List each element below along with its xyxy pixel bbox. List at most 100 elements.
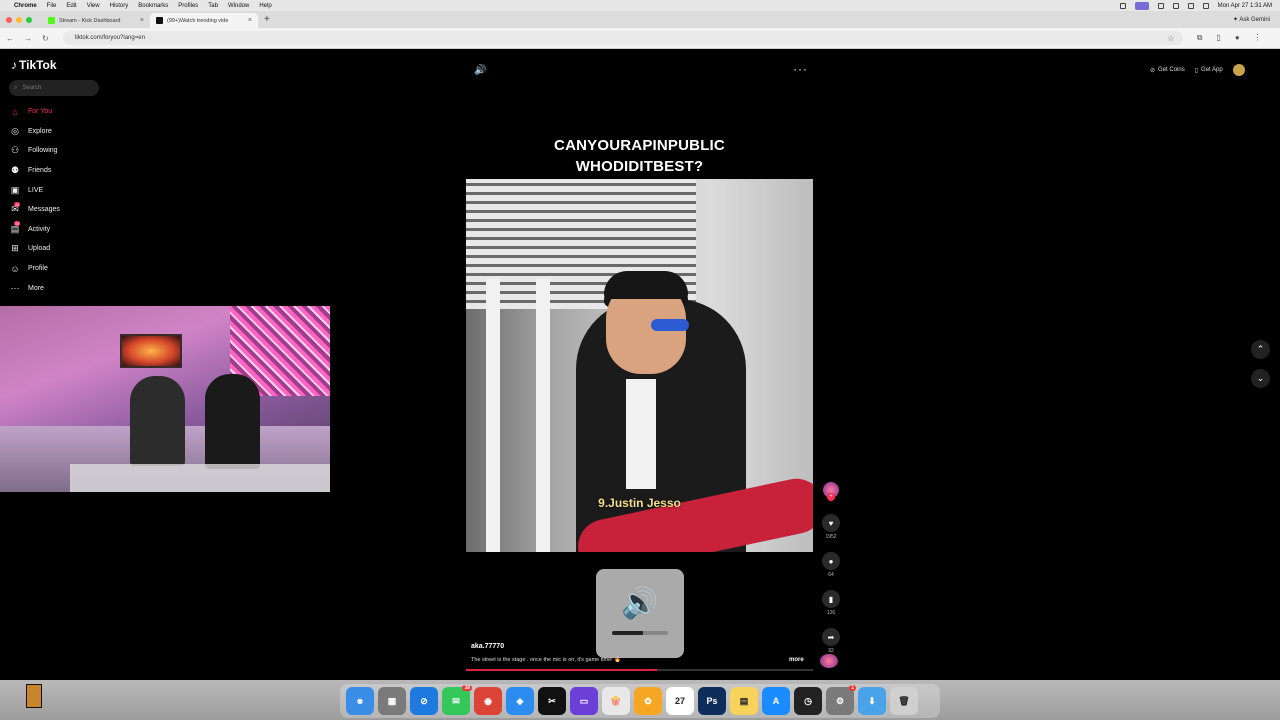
music-disc-icon[interactable] <box>820 654 838 668</box>
screen-share-icon[interactable] <box>1134 1 1149 10</box>
dock-screen-recorder-icon[interactable]: ▭ <box>570 687 598 715</box>
next-video-button[interactable]: ⌄ <box>1251 369 1270 388</box>
menu-file[interactable]: File <box>47 3 57 9</box>
extensions-icon[interactable]: ⧉ <box>1197 33 1203 43</box>
description-more-link[interactable]: more <box>789 657 804 663</box>
previous-video-button[interactable]: ⌃ <box>1251 340 1270 359</box>
more-options-icon[interactable]: ··· <box>793 62 808 76</box>
sidebar-item-label: Messages <box>28 206 60 214</box>
status-icon[interactable] <box>1157 2 1164 9</box>
menu-history[interactable]: History <box>110 3 129 9</box>
sidebar-item-following[interactable]: ⚇ Following <box>10 141 60 161</box>
close-window-icon[interactable] <box>6 16 12 23</box>
compass-icon: ◎ <box>11 125 19 136</box>
comment-button[interactable]: ● <box>822 552 840 570</box>
profile-icon[interactable]: ● <box>1235 33 1240 43</box>
sidebar-item-for-you[interactable]: ⌂ For You <box>10 102 60 122</box>
url-field[interactable]: tiktok.com/foryou?lang=en ☆ <box>62 31 1183 45</box>
ask-gemini-button[interactable]: ✦ Ask Gemini <box>1233 16 1280 23</box>
dock-launchpad-icon[interactable]: ▦ <box>378 687 406 715</box>
tiktok-logo[interactable]: ♪ TikTok <box>11 58 57 72</box>
browser-tab[interactable]: Stream - Kick Dashboard × <box>42 13 150 28</box>
menu-view[interactable]: View <box>87 3 100 9</box>
menu-edit[interactable]: Edit <box>66 3 76 9</box>
forward-icon[interactable]: → <box>24 34 32 43</box>
volume-icon[interactable]: 🔊 <box>474 65 486 76</box>
dock-finder-icon[interactable]: ☻ <box>346 687 374 715</box>
sidebar-item-live[interactable]: ▣ LIVE <box>10 180 60 200</box>
clock-text[interactable]: Mon Apr 27 1:31 AM <box>1218 3 1272 9</box>
chevron-up-icon: ⌃ <box>1256 344 1265 354</box>
like-button[interactable]: ♥ <box>822 514 840 532</box>
person-silhouette <box>130 376 185 466</box>
sidebar-item-messages[interactable]: ✉ 44 Messages <box>10 200 60 220</box>
sidebar-item-upload[interactable]: ⊞ Upload <box>10 239 60 259</box>
dock-capcut-icon[interactable]: ✂ <box>538 687 566 715</box>
dock-notes-icon[interactable]: ▤ <box>730 687 758 715</box>
dock-calendar-icon[interactable]: 27 <box>666 687 694 715</box>
video-player[interactable]: 9.Justin Jesso <box>466 179 813 552</box>
share-button[interactable]: ➦ <box>822 628 840 646</box>
sidepanel-icon[interactable]: ▯ <box>1216 33 1220 43</box>
webcam-overlay <box>0 306 330 492</box>
back-icon[interactable]: ← <box>6 34 14 43</box>
sidebar-item-friends[interactable]: ⚉ Friends <box>10 161 60 181</box>
new-tab-button[interactable]: + <box>264 14 270 25</box>
sidebar-item-label: Activity <box>28 225 51 233</box>
dock-downloads-icon[interactable]: ⬇ <box>858 687 886 715</box>
dock-app-store-icon[interactable]: A <box>762 687 790 715</box>
chrome-menu-icon[interactable]: ⋮ <box>1254 33 1262 43</box>
dock-messages-icon[interactable]: ✉ 38 <box>442 685 472 715</box>
dock-proton-vpn-icon[interactable]: ◈ <box>506 687 534 715</box>
sidebar-item-label: Following <box>28 147 58 155</box>
browser-tab-active[interactable]: (99+)Watch trending vide × <box>150 13 258 28</box>
video-progress-bar[interactable] <box>466 669 813 671</box>
video-author[interactable]: aka.77770 <box>471 643 504 650</box>
close-tab-icon[interactable]: × <box>248 17 252 24</box>
sidebar-item-more[interactable]: ⋯ More <box>10 278 60 298</box>
dock-safari-icon[interactable]: ⊘ <box>410 687 438 715</box>
menu-bookmarks[interactable]: Bookmarks <box>138 3 168 9</box>
home-icon: ⌂ <box>12 106 18 117</box>
sidebar-item-activity[interactable]: ▤ 55 Activity <box>10 220 60 240</box>
menu-profiles[interactable]: Profiles <box>178 3 198 9</box>
dock-trash-icon[interactable]: 🗑 <box>890 687 918 715</box>
desk-decor <box>70 464 330 492</box>
menu-window[interactable]: Window <box>228 3 249 9</box>
video-caption: CANYOURAPINPUBLIC WHODIDITBEST? <box>466 135 813 177</box>
dock-popcorn-icon[interactable]: 🍿 <box>602 687 630 715</box>
tiktok-icon <box>156 17 163 24</box>
follow-plus-icon[interactable]: + <box>827 493 835 501</box>
dock-system-settings-icon[interactable]: ⚙ 1 <box>826 685 856 715</box>
app-menu[interactable]: Chrome <box>14 3 37 9</box>
volume-level-fill <box>612 631 643 635</box>
sidebar-item-profile[interactable]: ☺ Profile <box>10 259 60 279</box>
zoom-window-icon[interactable] <box>26 16 32 23</box>
reload-icon[interactable]: ↻ <box>42 34 49 43</box>
tiktok-note-icon: ♪ <box>11 58 17 72</box>
dock-chrome-icon[interactable]: ◉ <box>474 687 502 715</box>
sidebar-item-explore[interactable]: ◎ Explore <box>10 122 60 142</box>
menu-tab[interactable]: Tab <box>208 3 218 9</box>
search-input[interactable]: ⌕ Search <box>9 80 99 96</box>
status-icon[interactable] <box>1119 2 1126 9</box>
user-avatar[interactable] <box>1232 64 1245 76</box>
sidebar-nav: ⌂ For You ◎ Explore ⚇ Following ⚉ Friend… <box>10 102 60 298</box>
close-tab-icon[interactable]: × <box>140 17 144 24</box>
dock-photos-icon[interactable]: ✿ <box>634 687 662 715</box>
save-button[interactable]: ▮ <box>822 590 840 608</box>
column-decor <box>536 279 550 552</box>
battery-icon[interactable] <box>1172 2 1179 9</box>
get-coins-button[interactable]: ⊘ Get Coins <box>1150 67 1185 74</box>
dock-photoshop-icon[interactable]: Ps <box>698 687 726 715</box>
get-app-button[interactable]: ▯ Get App <box>1195 67 1223 74</box>
desktop-file-thumbnail[interactable] <box>26 684 42 708</box>
minimize-window-icon[interactable] <box>16 16 22 23</box>
dock-badge: 1 <box>849 685 856 691</box>
wifi-icon[interactable] <box>1187 2 1194 9</box>
menu-help[interactable]: Help <box>259 3 271 9</box>
control-center-icon[interactable] <box>1202 2 1209 9</box>
dock-clock-icon[interactable]: ◷ <box>794 687 822 715</box>
bookmark-star-icon[interactable]: ☆ <box>1168 34 1175 43</box>
creator-avatar[interactable]: + <box>823 482 839 501</box>
